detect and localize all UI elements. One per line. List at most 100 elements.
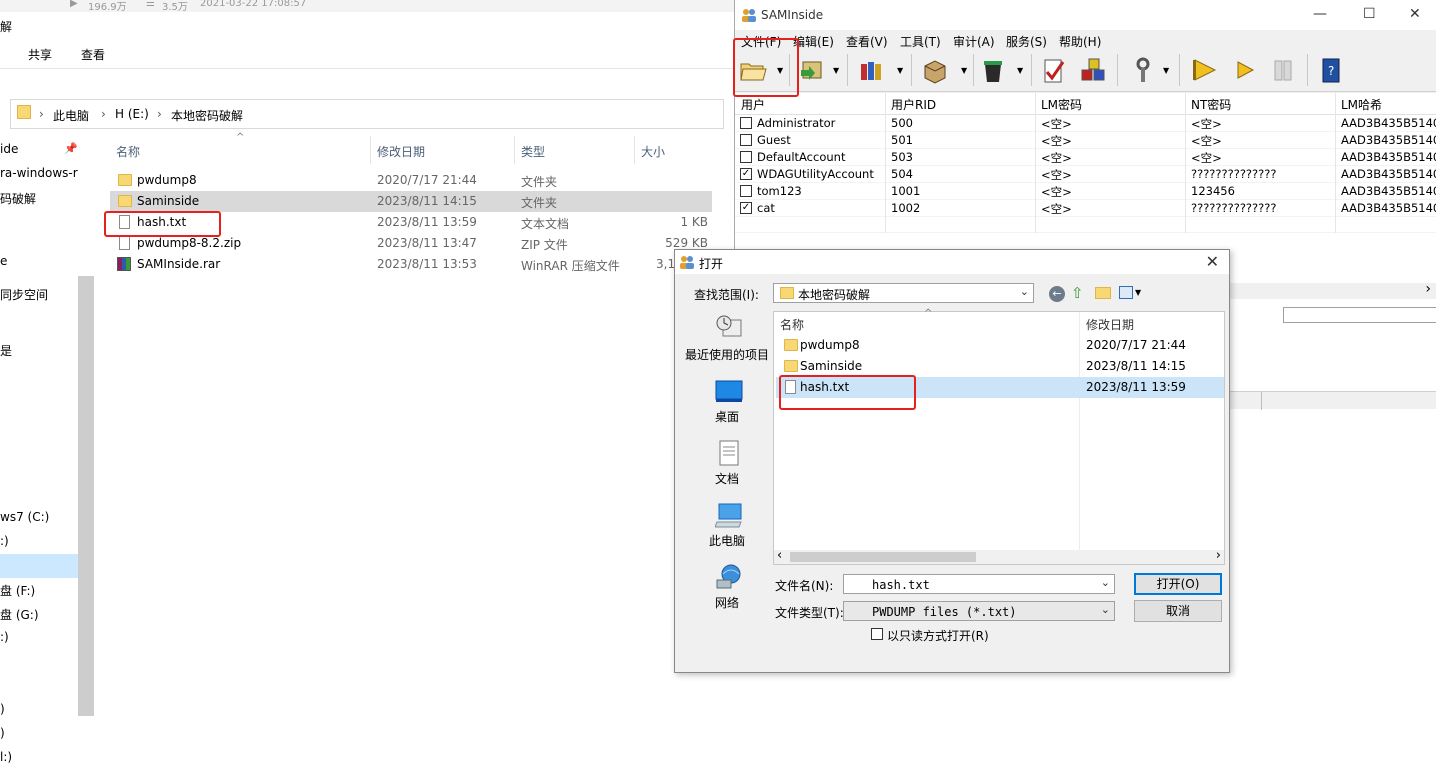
user-checkbox-checked[interactable]: ✓ <box>740 168 752 180</box>
nav-item[interactable]: e <box>0 254 7 268</box>
ribbon-tab-partial[interactable]: 解 <box>0 18 12 35</box>
chevron-down-icon[interactable]: ▼ <box>1135 288 1141 297</box>
column-header-nt-password[interactable]: NT密码 <box>1191 96 1231 113</box>
new-folder-icon[interactable] <box>1095 287 1111 299</box>
audit-check-icon[interactable] <box>1039 56 1067 84</box>
nav-item[interactable]: ide <box>0 142 18 156</box>
user-checkbox[interactable] <box>740 151 752 163</box>
dialog-file-row-hash-txt[interactable]: hash.txt 2023/8/11 13:59 <box>776 377 1224 398</box>
chevron-down-icon[interactable]: ▼ <box>1017 66 1023 75</box>
nav-item[interactable]: ) <box>0 726 5 740</box>
scroll-right-arrow[interactable]: › <box>1216 548 1221 563</box>
column-header-type[interactable]: 类型 <box>521 143 545 160</box>
column-header-lm-hash[interactable]: LM哈希 <box>1341 96 1382 113</box>
column-header-name[interactable]: 名称 <box>116 143 140 160</box>
filetype-dropdown[interactable]: PWDUMP files (*.txt) ⌄ <box>843 601 1115 621</box>
user-checkbox[interactable] <box>740 117 752 129</box>
place-documents[interactable]: 文档 <box>681 438 773 498</box>
column-header-lm-password[interactable]: LM密码 <box>1041 96 1082 113</box>
user-checkbox[interactable] <box>740 185 752 197</box>
tab-share[interactable]: 共享 <box>28 46 52 63</box>
open-folder-icon[interactable] <box>739 56 767 84</box>
export-box-icon[interactable] <box>921 56 949 84</box>
scroll-right-arrow[interactable]: › <box>1425 281 1431 297</box>
menu-audit[interactable]: 审计(A) <box>953 33 995 50</box>
view-menu-icon[interactable] <box>1119 286 1133 299</box>
nav-item[interactable]: 码破解 <box>0 190 36 207</box>
menu-tools[interactable]: 工具(T) <box>900 33 941 50</box>
column-header-date[interactable]: 修改日期 <box>1086 316 1134 333</box>
nav-item[interactable]: :) <box>0 534 9 548</box>
breadcrumb-this-pc[interactable]: 此电脑 <box>53 107 89 124</box>
column-header-rid[interactable]: 用户RID <box>891 96 936 113</box>
menu-file[interactable]: 文件(F) <box>741 33 781 50</box>
file-row-saminside[interactable]: Saminside 2023/8/11 14:15 文件夹 <box>110 191 712 212</box>
dialog-file-row-pwdump8[interactable]: pwdump8 2020/7/17 21:44 <box>776 335 1224 356</box>
nav-item-drive-f[interactable]: 盘 (F:) <box>0 582 35 599</box>
pause-icon[interactable] <box>1269 56 1297 84</box>
user-row-administrator[interactable]: Administrator 500 <空> <空> AAD3B435B5140 <box>735 115 1436 132</box>
column-header-name[interactable]: 名称 <box>780 316 804 333</box>
chevron-down-icon[interactable]: ▼ <box>961 66 967 75</box>
nav-item[interactable]: 是 <box>0 342 12 359</box>
breadcrumb-drive[interactable]: H (E:) <box>115 107 149 121</box>
start-attack-icon[interactable] <box>1191 56 1219 84</box>
nav-item[interactable]: ra-windows-r <box>0 166 78 180</box>
chevron-down-icon[interactable]: ▼ <box>1163 66 1169 75</box>
play-icon[interactable] <box>1231 56 1259 84</box>
open-button[interactable]: 打开(O) <box>1134 573 1222 595</box>
nav-item[interactable]: ) <box>0 702 5 716</box>
minimize-button[interactable]: — <box>1313 6 1327 22</box>
chevron-down-icon[interactable]: ▼ <box>833 66 839 75</box>
menu-view[interactable]: 查看(V) <box>846 33 888 50</box>
user-row-cat[interactable]: ✓ cat 1002 <空> ?????????????? AAD3B435B5… <box>735 200 1436 217</box>
back-icon[interactable]: ← <box>1049 286 1065 302</box>
users-group-icon[interactable] <box>857 56 885 84</box>
scroll-left-arrow[interactable]: ‹ <box>777 548 782 563</box>
place-this-pc[interactable]: 此电脑 <box>681 500 773 560</box>
file-row-hash-txt[interactable]: hash.txt 2023/8/11 13:59 文本文档 1 KB <box>110 212 712 233</box>
chevron-down-icon[interactable]: ▼ <box>777 66 783 75</box>
trash-icon[interactable] <box>979 56 1007 84</box>
file-row-pwdump8-zip[interactable]: pwdump8-8.2.zip 2023/8/11 13:47 ZIP 文件 5… <box>110 233 712 254</box>
file-row-pwdump8[interactable]: pwdump8 2020/7/17 21:44 文件夹 <box>110 170 712 191</box>
menu-help[interactable]: 帮助(H) <box>1059 33 1101 50</box>
column-header-size[interactable]: 大小 <box>641 143 665 160</box>
nav-item-drive-c[interactable]: ws7 (C:) <box>0 510 49 524</box>
lookin-dropdown[interactable]: 本地密码破解 ⌄ <box>773 283 1034 303</box>
breadcrumb-current-folder[interactable]: 本地密码破解 <box>171 107 243 124</box>
menu-service[interactable]: 服务(S) <box>1006 33 1047 50</box>
user-row-tom123[interactable]: tom123 1001 <空> 123456 AAD3B435B5140 <box>735 183 1436 200</box>
address-bar[interactable]: › 此电脑 › H (E:) › 本地密码破解 <box>10 99 724 129</box>
cubes-icon[interactable] <box>1079 56 1107 84</box>
nav-item[interactable]: 同步空间 <box>0 286 48 303</box>
column-header-date[interactable]: 修改日期 <box>377 143 425 160</box>
place-recent[interactable]: 最近使用的项目 <box>681 312 773 372</box>
filename-input[interactable]: hash.txt ⌄ <box>843 574 1115 594</box>
dialog-close-button[interactable]: ✕ <box>1206 252 1219 271</box>
user-row-wdagutilityaccount[interactable]: ✓ WDAGUtilityAccount 504 <空> ???????????… <box>735 166 1436 183</box>
place-desktop[interactable]: 桌面 <box>681 376 773 436</box>
up-folder-icon[interactable]: ⇧ <box>1071 284 1084 302</box>
user-row-defaultaccount[interactable]: DefaultAccount 503 <空> <空> AAD3B435B5140 <box>735 149 1436 166</box>
user-checkbox-checked[interactable]: ✓ <box>740 202 752 214</box>
readonly-checkbox[interactable] <box>871 628 883 640</box>
file-row-saminside-rar[interactable]: SAMInside.rar 2023/8/11 13:53 WinRAR 压缩文… <box>110 254 712 275</box>
scroll-thumb[interactable] <box>790 552 976 562</box>
cancel-button[interactable]: 取消 <box>1134 600 1222 622</box>
tab-view[interactable]: 查看 <box>81 46 105 63</box>
column-header-user[interactable]: 用户 <box>741 96 765 113</box>
wrench-icon[interactable] <box>1129 56 1157 84</box>
dialog-file-row-saminside[interactable]: Saminside 2023/8/11 14:15 <box>776 356 1224 377</box>
close-button[interactable]: ✕ <box>1409 6 1421 22</box>
chevron-down-icon[interactable]: ▼ <box>897 66 903 75</box>
import-icon[interactable] <box>797 56 825 84</box>
help-book-icon[interactable]: ? <box>1317 56 1345 84</box>
maximize-button[interactable]: ☐ <box>1363 6 1376 22</box>
menu-edit[interactable]: 编辑(E) <box>793 33 834 50</box>
nav-scrollbar[interactable] <box>78 276 94 716</box>
dialog-horizontal-scrollbar[interactable]: ‹ › <box>774 548 1224 564</box>
nav-item-drive-g[interactable]: 盘 (G:) <box>0 606 39 623</box>
nav-item[interactable]: l:) <box>0 750 12 764</box>
user-row-guest[interactable]: Guest 501 <空> <空> AAD3B435B5140 <box>735 132 1436 149</box>
